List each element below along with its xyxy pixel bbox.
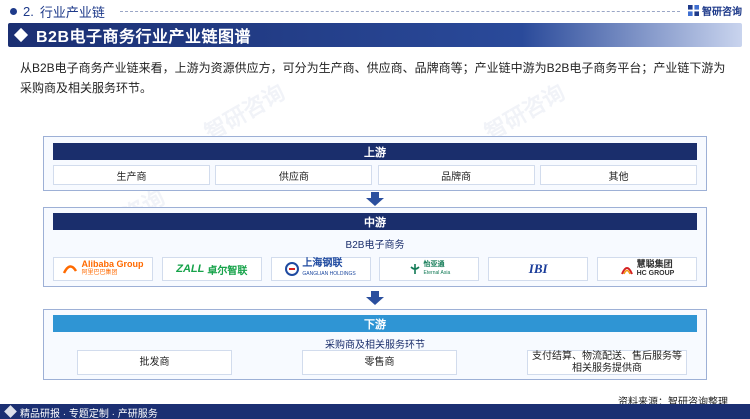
eternal-asia-logo: 怡亚通 Eternal Asia xyxy=(379,257,480,281)
ganglian-logo: 上海钢联 GANGLIAN HOLDINGS xyxy=(270,257,371,281)
intro-paragraph: 从B2B电子商务产业链来看，上游为资源供应方，可分为生产商、供应商、品牌商等；产… xyxy=(20,61,726,95)
bullet-icon xyxy=(10,8,17,15)
alibaba-icon xyxy=(63,265,78,274)
footer-bar: 精品研报 · 专题定制 · 产研服务 xyxy=(0,404,750,419)
down-arrow-icon xyxy=(366,192,384,206)
header: 2. 行业产业链 智研咨询 xyxy=(0,0,750,20)
alibaba-sub: 阿里巴巴集团 xyxy=(81,270,118,276)
diamond-icon xyxy=(13,27,29,43)
zall-name: ZALL xyxy=(176,263,205,275)
ganglian-sub: GANGLIAN HOLDINGS xyxy=(302,271,356,277)
midstream-panel: 中游 B2B电子商务 Alibaba Group 阿里巴巴集团 ZALL 卓尔智… xyxy=(43,207,707,287)
upstream-item: 供应商 xyxy=(215,165,373,185)
midstream-header: 中游 xyxy=(53,213,697,230)
hc-group-logo: 慧聪集团 HC GROUP xyxy=(596,257,697,281)
ganglian-icon xyxy=(285,262,300,276)
upstream-items: 生产商 供应商 品牌商 其他 xyxy=(53,165,697,185)
ibi-logo: IBI xyxy=(488,257,589,281)
zall-sub: 卓尔智联 xyxy=(207,265,248,277)
down-arrow-icon xyxy=(366,291,384,305)
downstream-sublabel: 采购商及相关服务环节 xyxy=(325,340,425,351)
title-bar: B2B电子商务行业产业链图谱 xyxy=(8,23,742,47)
brand-logo-icon xyxy=(688,5,699,16)
upstream-item: 品牌商 xyxy=(377,165,535,185)
zall-logo: ZALL 卓尔智联 xyxy=(161,257,262,281)
upstream-header: 上游 xyxy=(53,143,697,160)
downstream-item: 批发商 xyxy=(77,350,232,375)
ganglian-name: 上海钢联 xyxy=(302,258,343,269)
page-title: B2B电子商务行业产业链图谱 xyxy=(36,29,252,46)
hc-group-icon xyxy=(620,267,633,275)
upstream-item: 其他 xyxy=(539,165,697,185)
platform-logos: Alibaba Group 阿里巴巴集团 ZALL 卓尔智联 上海钢联 GANG… xyxy=(53,257,697,281)
hc-group-name: 慧聪集团 xyxy=(636,259,673,269)
section-title: 2. 行业产业链 xyxy=(10,2,105,21)
ibi-name: IBI xyxy=(528,261,548,276)
alibaba-logo: Alibaba Group 阿里巴巴集团 xyxy=(53,257,153,281)
section-number: 2. xyxy=(23,4,34,19)
upstream-panel: 上游 生产商 供应商 品牌商 其他 xyxy=(43,136,707,191)
downstream-items: 批发商 零售商 支付结算、物流配送、售后服务等相关服务提供商 xyxy=(77,350,687,375)
alibaba-name: Alibaba Group xyxy=(81,259,144,269)
downstream-item: 支付结算、物流配送、售后服务等相关服务提供商 xyxy=(527,350,687,375)
midstream-sublabel: B2B电子商务 xyxy=(345,240,405,251)
header-divider xyxy=(120,11,680,12)
footer-text: 精品研报 · 专题定制 · 产研服务 xyxy=(20,409,158,419)
downstream-panel: 下游 采购商及相关服务环节 批发商 零售商 支付结算、物流配送、售后服务等相关服… xyxy=(43,309,707,380)
hc-group-sub: HC GROUP xyxy=(636,270,675,277)
section-name: 行业产业链 xyxy=(39,5,105,20)
downstream-header: 下游 xyxy=(53,315,697,332)
brand: 智研咨询 xyxy=(688,3,742,18)
eternal-asia-icon xyxy=(409,264,420,274)
downstream-item: 零售商 xyxy=(302,350,457,375)
eternal-asia-name: 怡亚通 xyxy=(423,261,445,268)
brand-name: 智研咨询 xyxy=(702,7,742,18)
footer-diamond-icon xyxy=(4,405,17,418)
upstream-item: 生产商 xyxy=(53,165,210,185)
eternal-asia-sub: Eternal Asia xyxy=(423,270,451,276)
